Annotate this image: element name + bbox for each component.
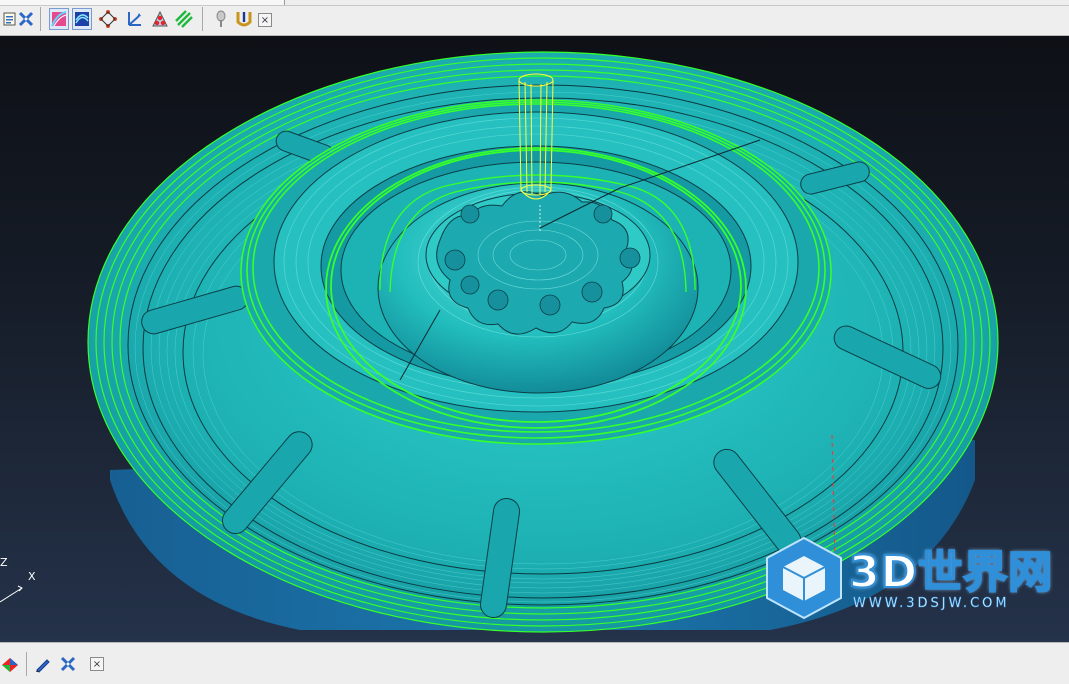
- diamond-points-icon[interactable]: [98, 8, 118, 30]
- tab-strip: [0, 0, 1069, 6]
- cube-logo-icon: [766, 536, 842, 620]
- watermark-title: 3D世界网: [848, 546, 1054, 599]
- colored-shape-icon[interactable]: [0, 653, 20, 675]
- close-bottom-toolbar-button[interactable]: ×: [90, 657, 104, 671]
- top-toolbar: ×: [0, 0, 1069, 36]
- axis-arrows-icon[interactable]: [124, 8, 144, 30]
- bottom-toolbar: ×: [0, 642, 1069, 684]
- cross-tool-icon[interactable]: [58, 653, 78, 675]
- close-toolbar-button[interactable]: ×: [258, 13, 272, 27]
- axis-triad-icon: [0, 585, 23, 603]
- axis-z-label: Z: [0, 556, 8, 569]
- gradient-toolpath-icon[interactable]: [49, 8, 69, 30]
- red-dots-icon[interactable]: [150, 8, 170, 30]
- probe-icon[interactable]: [211, 8, 231, 30]
- pencil-icon[interactable]: [33, 653, 53, 675]
- cross-tool-icon[interactable]: [16, 8, 36, 30]
- watermark: 3D世界网 WWW.3DSJW.COM: [761, 534, 1061, 622]
- 3d-viewport[interactable]: Z X 3D世界网 WWW.3DSJW.COM: [0, 36, 1069, 642]
- swirl-toolpath-icon[interactable]: [72, 8, 92, 30]
- green-lines-icon[interactable]: [174, 8, 194, 30]
- watermark-url: WWW.3DSJW.COM: [853, 596, 1010, 612]
- tool-holder-icon[interactable]: [234, 8, 254, 30]
